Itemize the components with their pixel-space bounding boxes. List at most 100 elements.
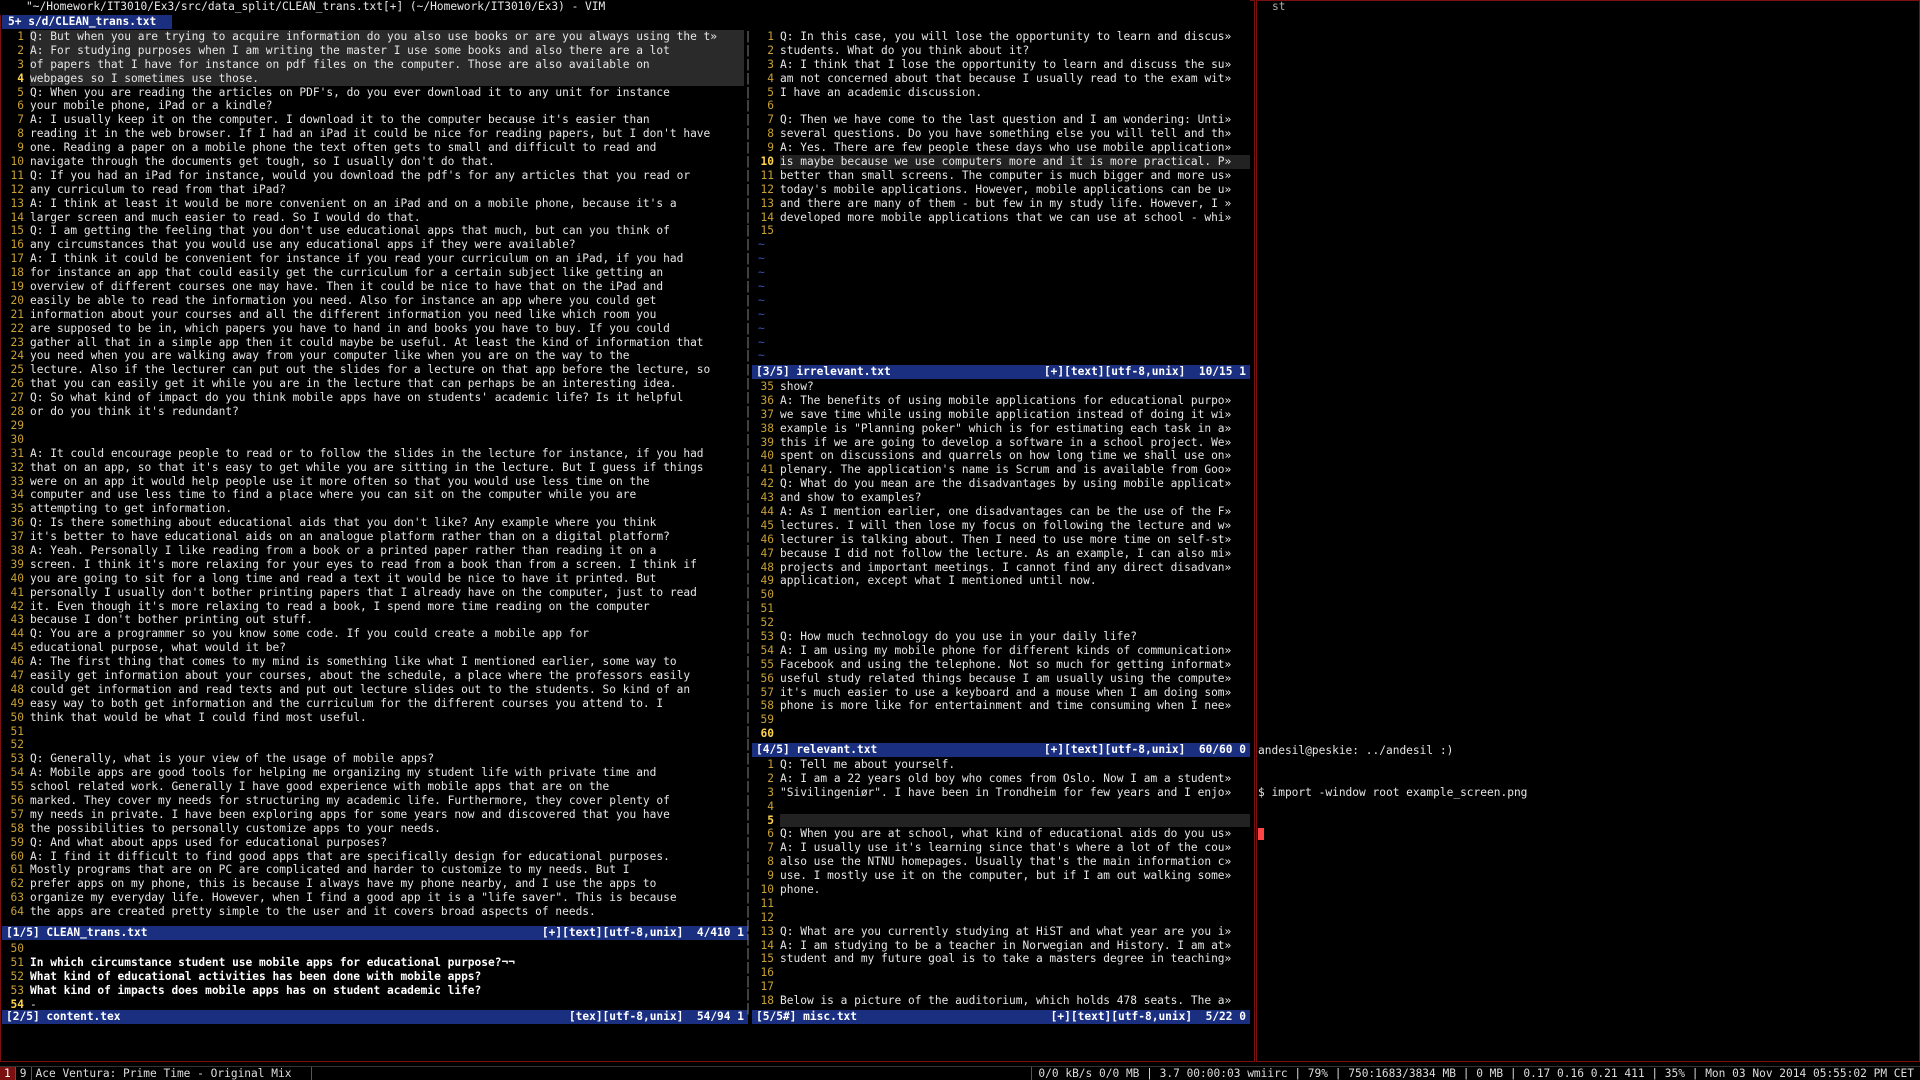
text-line[interactable]: 12 any curriculum to read from that iPad? <box>2 183 744 197</box>
text-line[interactable]: 14 developed more mobile applications tha… <box>752 211 1250 225</box>
text-line[interactable]: 46 A: The first thing that comes to my mi… <box>2 655 744 669</box>
text-line[interactable]: 42 it. Even though it's more relaxing to … <box>2 600 744 614</box>
text-line[interactable]: 40 you are going to sit for a long time a… <box>2 572 744 586</box>
text-line[interactable]: 55 Facebook and using the telephone. Not … <box>752 658 1250 672</box>
text-line[interactable]: 11 better than small screens. The compute… <box>752 169 1250 183</box>
text-line[interactable]: 1 Q: In this case, you will lose the oppo… <box>752 30 1250 44</box>
vertical-split-separator[interactable]: | | | | | | | | | | | | | | | | | | | | | | | | | | | | | | | | | | | | | | | |… <box>744 30 752 1024</box>
text-line[interactable]: 50 think that would be what I could find … <box>2 711 744 725</box>
text-line[interactable]: 15 student and my future goal is to take … <box>752 952 1250 966</box>
text-line[interactable]: 8 reading it in the web browser. If I had… <box>2 127 744 141</box>
text-line[interactable]: 53 Q: Generally, what is your view of the… <box>2 752 744 766</box>
text-line[interactable]: 50 <box>752 588 1250 602</box>
text-line[interactable]: 4 am not concerned about that because I u… <box>752 72 1250 86</box>
text-line[interactable]: 2 A: I am a 22 years old boy who comes fr… <box>752 772 1250 786</box>
vim-tabline[interactable]: 5+ s/d/CLEAN_trans.txt <box>2 15 172 29</box>
editor-pane-content-tex[interactable]: 50 51 In which circumstance student use mo… <box>2 942 744 1012</box>
text-line[interactable]: 4 webpages so I sometimes use those. <box>2 71 744 86</box>
text-line[interactable]: 19 overview of different courses one may … <box>2 280 744 294</box>
text-line[interactable]: 38 example is "Planning poker" which is f… <box>752 422 1250 436</box>
text-line[interactable]: 21 information about your courses and all… <box>2 308 744 322</box>
editor-pane-clean-trans[interactable]: 1 Q: But when you are trying to acquire i… <box>2 30 744 920</box>
text-line[interactable]: 30 <box>2 433 744 447</box>
text-line[interactable]: 43 and show to examples? <box>752 491 1250 505</box>
text-line[interactable]: 59 Q: And what about apps used for educat… <box>2 836 744 850</box>
text-line[interactable]: 44 Q: You are a programmer so you know so… <box>2 627 744 641</box>
text-line[interactable]: 54 A: Mobile apps are good tools for help… <box>2 766 744 780</box>
text-line[interactable]: 13 Q: What are you currently studying at … <box>752 925 1250 939</box>
text-line[interactable]: 9 use. I mostly use it on the computer, b… <box>752 869 1250 883</box>
text-line[interactable]: 10 navigate through the documents get tou… <box>2 155 744 169</box>
text-line[interactable]: 61 Mostly programs that are on PC are com… <box>2 863 744 877</box>
text-line[interactable]: 31 A: It could encourage people to read o… <box>2 447 744 461</box>
text-line[interactable]: 5 <box>752 813 1250 828</box>
text-line[interactable]: 12 <box>752 911 1250 925</box>
text-line[interactable]: 13 and there are many of them - but few i… <box>752 197 1250 211</box>
text-line[interactable]: 5 Q: When you are reading the articles on… <box>2 86 744 100</box>
text-line[interactable]: 29 <box>2 419 744 433</box>
text-line[interactable]: 53 Q: How much technology do you use in y… <box>752 630 1250 644</box>
text-line[interactable]: 40 spent on discussions and quarrels on h… <box>752 449 1250 463</box>
text-line[interactable]: 57 my needs in private. I have been explo… <box>2 808 744 822</box>
text-line[interactable]: 45 educational purpose, what would it be? <box>2 641 744 655</box>
text-line[interactable]: 38 A: Yeah. Personally I like reading fro… <box>2 544 744 558</box>
text-line[interactable]: 33 were on an app it would help people us… <box>2 475 744 489</box>
text-line[interactable]: 47 easily get information about your cour… <box>2 669 744 683</box>
text-line[interactable]: 6 your mobile phone, iPad or a kindle? <box>2 99 744 113</box>
text-line[interactable]: 52 <box>2 738 744 752</box>
text-line[interactable]: 37 it's better to have educational aids o… <box>2 530 744 544</box>
text-line[interactable]: 58 the possibilities to personally custom… <box>2 822 744 836</box>
wm-tag-9[interactable]: 9 <box>16 1067 32 1080</box>
text-line[interactable]: 9 A: Yes. There are few people these days… <box>752 141 1250 155</box>
text-line[interactable]: 9 one. Reading a paper on a mobile phone … <box>2 141 744 155</box>
text-line[interactable]: 27 Q: So what kind of impact do you think… <box>2 391 744 405</box>
text-line[interactable]: 3 "Sivilingeniør". I have been in Trondhe… <box>752 786 1250 800</box>
text-line[interactable]: 49 application, except what I mentioned u… <box>752 574 1250 588</box>
text-line[interactable]: 7 A: I usually keep it on the computer. I… <box>2 113 744 127</box>
text-line[interactable]: 50 <box>2 942 744 956</box>
text-line[interactable]: 3 of papers that I have for instance on p… <box>2 57 744 72</box>
text-line[interactable]: 35 attempting to get information. <box>2 502 744 516</box>
text-line[interactable]: 47 because I did not follow the lecture. … <box>752 547 1250 561</box>
text-line[interactable]: 6 <box>752 99 1250 113</box>
text-line[interactable]: 25 lecture. Also if the lecturer can put … <box>2 363 744 377</box>
text-line[interactable]: 48 projects and important meetings. I can… <box>752 561 1250 575</box>
text-line[interactable]: 12 today's mobile applications. However, … <box>752 183 1250 197</box>
text-line[interactable]: 36 Q: Is there something about educationa… <box>2 516 744 530</box>
text-line[interactable]: 8 also use the NTNU homepages. Usually th… <box>752 855 1250 869</box>
text-line[interactable]: 6 Q: When you are at school, what kind of… <box>752 827 1250 841</box>
wm-tag-1[interactable]: 1 <box>0 1067 16 1080</box>
text-line[interactable]: 57 it's much easier to use a keyboard and… <box>752 686 1250 700</box>
text-line[interactable]: 15 <box>752 224 1250 238</box>
text-line[interactable]: 14 larger screen and much easier to read.… <box>2 211 744 225</box>
text-line[interactable]: 18 for instance an app that could easily … <box>2 266 744 280</box>
text-line[interactable]: 13 A: I think at least it would be more c… <box>2 197 744 211</box>
text-line[interactable]: 60 <box>752 727 1250 741</box>
text-line[interactable]: 35 show? <box>752 380 1250 394</box>
text-line[interactable]: 41 plenary. The application's name is Scr… <box>752 463 1250 477</box>
editor-pane-irrelevant[interactable]: 1 Q: In this case, you will lose the oppo… <box>752 30 1250 364</box>
text-line[interactable]: 46 lecturer is talking about. Then I need… <box>752 533 1250 547</box>
text-line[interactable]: 17 <box>752 980 1250 994</box>
text-line[interactable]: 26 that you can easily get it while you a… <box>2 377 744 391</box>
text-line[interactable]: 36 A: The benefits of using mobile applic… <box>752 394 1250 408</box>
text-line[interactable]: 4 <box>752 800 1250 814</box>
text-line[interactable]: 17 A: I think it could be convenient for … <box>2 252 744 266</box>
text-line[interactable]: 23 gather all that in a simple app then i… <box>2 336 744 350</box>
text-line[interactable]: 51 In which circumstance student use mobi… <box>2 956 744 970</box>
text-line[interactable]: 44 A: As I mention earlier, one disadvant… <box>752 505 1250 519</box>
text-line[interactable]: 34 computer and use less time to find a p… <box>2 488 744 502</box>
editor-pane-misc[interactable]: 1 Q: Tell me about yourself. 2 A: I am a 22… <box>752 758 1250 1010</box>
text-line[interactable]: 16 <box>752 966 1250 980</box>
text-line[interactable]: 63 organize my everyday life. However, wh… <box>2 891 744 905</box>
text-line[interactable]: 56 marked. They cover my needs for struct… <box>2 794 744 808</box>
text-line[interactable]: 43 because I don't bother printing out st… <box>2 613 744 627</box>
text-line[interactable]: 51 <box>752 602 1250 616</box>
text-line[interactable]: 15 Q: I am getting the feeling that you d… <box>2 224 744 238</box>
text-line[interactable]: 56 useful study related things because I … <box>752 672 1250 686</box>
text-line[interactable]: 39 this if we are going to develop a soft… <box>752 436 1250 450</box>
text-line[interactable]: 62 prefer apps on my phone, this is becau… <box>2 877 744 891</box>
text-line[interactable]: 48 could get information and read texts a… <box>2 683 744 697</box>
text-line[interactable]: 22 are supposed to be in, which papers yo… <box>2 322 744 336</box>
text-line[interactable]: 53 What kind of impacts does mobile apps … <box>2 984 744 998</box>
